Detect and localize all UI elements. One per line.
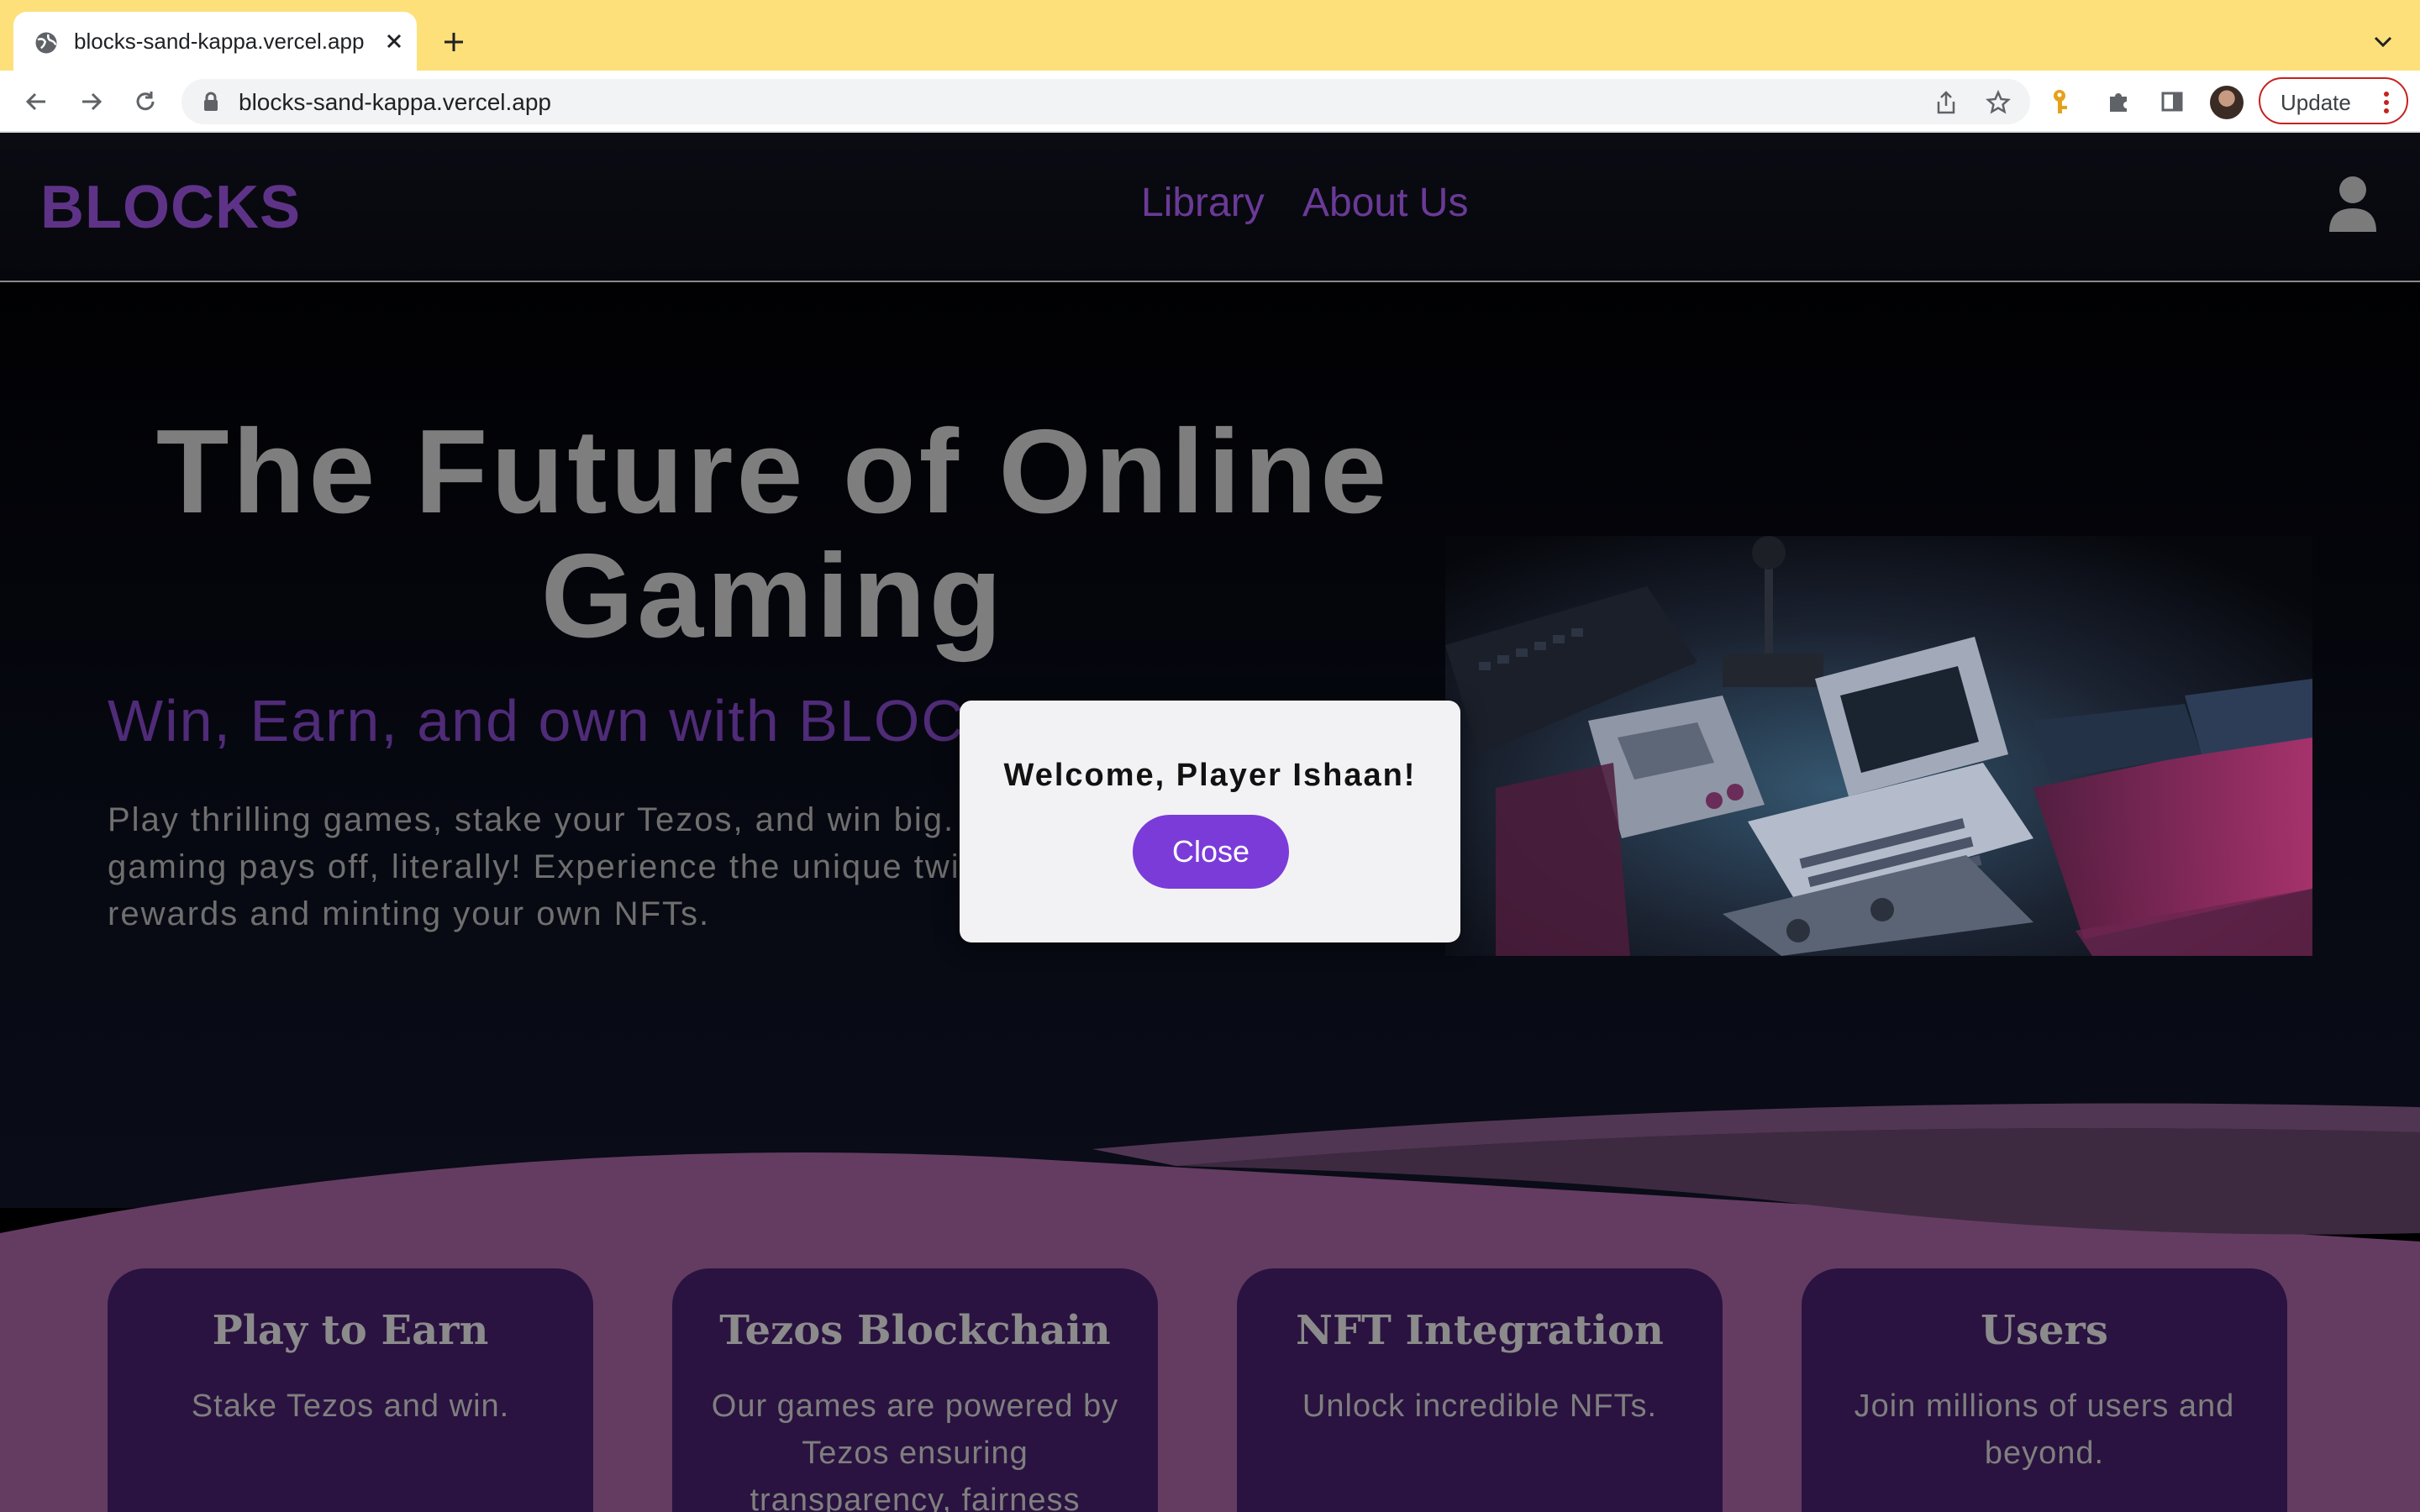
key-extension-icon[interactable] bbox=[2045, 84, 2081, 119]
bookmark-star-icon[interactable] bbox=[1983, 87, 2013, 118]
feature-cards: Play to Earn Stake Tezos and win. Tezos … bbox=[0, 1268, 2420, 1512]
hero-body-text: Play thrilling games, stake your Tezos, … bbox=[108, 801, 960, 932]
user-account-icon[interactable] bbox=[2328, 175, 2378, 234]
lock-icon bbox=[204, 92, 218, 111]
nav-about-us[interactable]: About Us bbox=[1302, 180, 1468, 226]
chevron-down-icon[interactable] bbox=[2366, 27, 2400, 57]
card-text: Unlock incredible NFTs. bbox=[1302, 1389, 1658, 1424]
retro-gaming-image bbox=[1445, 536, 2312, 956]
modal-title: Welcome, Player Ishaan! bbox=[1003, 758, 1417, 793]
close-tab-icon[interactable] bbox=[380, 27, 408, 55]
card-title: Tezos Blockchain bbox=[719, 1307, 1111, 1354]
tab-title: blocks-sand-kappa.vercel.app bbox=[74, 29, 365, 54]
side-panel-icon[interactable] bbox=[2154, 84, 2190, 119]
hero-title: The Future of Online Gaming bbox=[84, 410, 1462, 659]
share-icon[interactable] bbox=[1931, 87, 1961, 118]
hero-subtitle: Win, Earn, and own with BLOC bbox=[108, 688, 965, 753]
browser-toolbar: blocks-sand-kappa.vercel.app Update bbox=[0, 71, 2420, 133]
profile-avatar[interactable] bbox=[2210, 86, 2244, 119]
back-icon[interactable] bbox=[18, 84, 54, 119]
url-text: blocks-sand-kappa.vercel.app bbox=[239, 89, 551, 115]
feature-card: NFT Integration Unlock incredible NFTs. bbox=[1237, 1268, 1723, 1512]
nav-library[interactable]: Library bbox=[1141, 180, 1265, 226]
feature-card: Play to Earn Stake Tezos and win. bbox=[108, 1268, 593, 1512]
welcome-modal: Welcome, Player Ishaan! Close bbox=[960, 701, 1460, 942]
update-button[interactable]: Update bbox=[2259, 77, 2408, 124]
hero-title-line1: The Future of Online bbox=[155, 405, 1391, 538]
feature-card: Users Join millions of users and beyond. bbox=[1802, 1268, 2287, 1512]
more-vert-icon bbox=[2384, 92, 2389, 113]
card-text: Our games are powered by Tezos ensuring … bbox=[711, 1389, 1119, 1512]
update-label: Update bbox=[2281, 90, 2351, 115]
globe-icon bbox=[35, 32, 57, 54]
card-title: Users bbox=[1981, 1307, 2108, 1354]
address-bar[interactable]: blocks-sand-kappa.vercel.app bbox=[182, 79, 2030, 124]
card-text: Stake Tezos and win. bbox=[191, 1389, 510, 1424]
card-title: NFT Integration bbox=[1296, 1307, 1664, 1354]
new-tab-icon[interactable] bbox=[437, 25, 471, 59]
browser-tabstrip: blocks-sand-kappa.vercel.app bbox=[0, 0, 2420, 71]
extensions-puzzle-icon[interactable] bbox=[2101, 84, 2136, 119]
close-modal-button[interactable]: Close bbox=[1133, 815, 1289, 889]
hero-title-line2: Gaming bbox=[540, 529, 1006, 663]
site-header: BLOCKS Library About Us bbox=[0, 133, 2420, 282]
feature-card: Tezos Blockchain Our games are powered b… bbox=[672, 1268, 1158, 1512]
card-title: Play to Earn bbox=[212, 1307, 489, 1354]
reload-icon[interactable] bbox=[128, 84, 163, 119]
browser-tab[interactable]: blocks-sand-kappa.vercel.app bbox=[13, 12, 417, 71]
forward-icon[interactable] bbox=[74, 84, 109, 119]
brand-logo[interactable]: BLOCKS bbox=[40, 173, 301, 242]
card-text: Join millions of users and beyond. bbox=[1854, 1389, 2235, 1471]
